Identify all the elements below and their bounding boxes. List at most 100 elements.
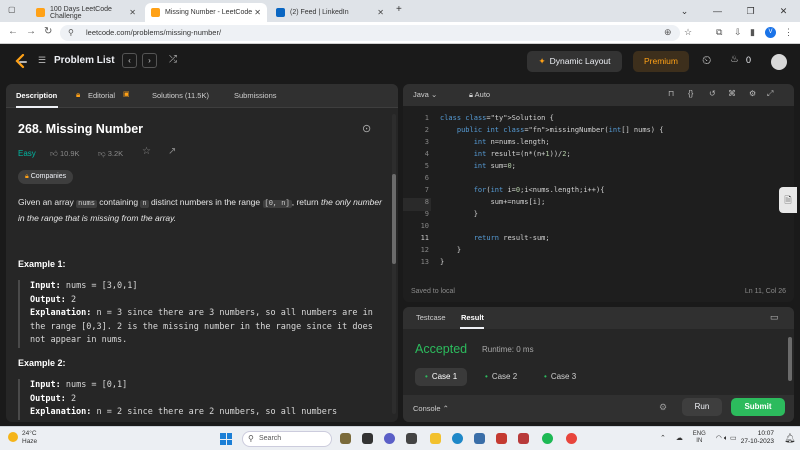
code-line[interactable]: for(int i=0;i<nums.length;i++){: [440, 186, 605, 194]
app-icon[interactable]: [406, 433, 417, 444]
cloud-icon[interactable]: ☁: [676, 435, 683, 442]
code-line[interactable]: public int class="fn">missingNumber(int[…: [440, 126, 664, 134]
windows-start-icon[interactable]: [220, 433, 232, 445]
description-scrollbar[interactable]: [392, 114, 396, 414]
problem-list-link[interactable]: Problem List: [54, 55, 115, 66]
language-select[interactable]: Java ⌄: [413, 90, 437, 99]
case-3-tab[interactable]: • Case 3: [534, 368, 586, 386]
browser-tab-1[interactable]: 100 Days LeetCode Challenge ✕: [30, 3, 142, 22]
forward-icon[interactable]: →: [26, 26, 36, 37]
office-icon[interactable]: [518, 433, 529, 444]
new-tab-icon[interactable]: +: [396, 4, 402, 15]
code-line[interactable]: }: [440, 258, 444, 266]
weather-widget[interactable]: 24°C Haze: [8, 430, 37, 446]
minimize-icon[interactable]: —: [701, 0, 734, 22]
battery-icon[interactable]: ▭: [730, 435, 737, 442]
code-line[interactable]: int n=nums.length;: [440, 138, 550, 146]
taskbar-search[interactable]: ⚲ Search: [242, 431, 332, 447]
tab-submissions[interactable]: Submissions: [234, 91, 277, 100]
zoom-icon[interactable]: ⊕: [664, 27, 672, 38]
collapse-panel-icon[interactable]: ▭: [770, 312, 779, 323]
fullscreen-icon[interactable]: ⤢: [767, 89, 773, 99]
code-line[interactable]: class class="ty">Solution {: [440, 114, 554, 122]
console-toggle[interactable]: Console ⌃: [413, 404, 449, 413]
chat-icon[interactable]: [384, 433, 395, 444]
notes-tab-icon[interactable]: 🗎: [779, 187, 797, 213]
dynamic-layout-button[interactable]: ✦ Dynamic Layout: [527, 51, 622, 72]
mcafee-icon[interactable]: [496, 433, 507, 444]
notification-bell-icon[interactable]: 🔔︎: [784, 433, 795, 444]
store-icon[interactable]: [474, 433, 485, 444]
clock[interactable]: 10:07 27-10-2023: [741, 430, 774, 446]
command-icon[interactable]: ⌘: [728, 89, 736, 98]
timer-icon[interactable]: ⏲: [702, 53, 711, 68]
browser-tab-2[interactable]: Missing Number - LeetCode ✕: [145, 3, 267, 22]
tab-solutions[interactable]: Solutions (11.5K): [152, 91, 209, 100]
file-explorer-icon[interactable]: [430, 433, 441, 444]
premium-button[interactable]: Premium: [633, 51, 689, 72]
leetcode-logo-icon[interactable]: [14, 54, 28, 70]
code-line[interactable]: return result-sum;: [440, 234, 550, 242]
wifi-icon[interactable]: ◠: [716, 435, 722, 442]
side-panel-icon[interactable]: ▮: [750, 27, 755, 38]
site-info-icon[interactable]: ⚲: [68, 25, 74, 41]
tab-testcase[interactable]: Testcase: [416, 313, 446, 322]
close-tab-icon[interactable]: ✕: [129, 8, 136, 17]
browser-menu-icon[interactable]: ⋮: [784, 27, 793, 38]
volume-icon[interactable]: 🔈︎: [724, 435, 728, 442]
lock-icon: 🔒︎: [76, 90, 81, 99]
code-line[interactable]: int sum=0;: [440, 162, 516, 170]
tab-result[interactable]: Result: [461, 313, 484, 322]
more-options-icon[interactable]: ⊙: [362, 122, 371, 135]
profile-avatar[interactable]: V: [765, 27, 776, 38]
auto-mode[interactable]: 🔒︎ Auto: [469, 90, 490, 100]
user-avatar[interactable]: [771, 54, 787, 70]
chrome-icon[interactable]: [566, 433, 577, 444]
dislike-button[interactable]: 👎︎ 3.2K: [98, 149, 123, 159]
edge-icon[interactable]: [452, 433, 463, 444]
like-button[interactable]: 👍︎ 10.9K: [50, 149, 80, 159]
next-problem-button[interactable]: ›: [142, 53, 157, 68]
bookmark-icon[interactable]: ⊓: [668, 89, 674, 98]
reset-icon[interactable]: ↺: [709, 89, 716, 98]
debug-icon[interactable]: ⚙: [659, 402, 667, 413]
code-line[interactable]: sum+=nums[i];: [440, 198, 546, 206]
code-line[interactable]: }: [440, 246, 461, 254]
share-icon[interactable]: ↗: [168, 146, 176, 157]
settings-gear-icon[interactable]: ⚙: [749, 89, 756, 98]
close-tab-icon[interactable]: ✕: [254, 8, 261, 17]
case-2-tab[interactable]: • Case 2: [475, 368, 527, 386]
close-window-icon[interactable]: ✕: [767, 0, 800, 22]
bookmark-star-icon[interactable]: ☆: [684, 27, 692, 38]
prev-problem-button[interactable]: ‹: [122, 53, 137, 68]
close-tab-icon[interactable]: ✕: [377, 8, 384, 17]
task-view-icon[interactable]: [362, 433, 373, 444]
chevron-up-icon[interactable]: ⌃: [660, 435, 666, 442]
tab-description[interactable]: Description: [16, 91, 57, 100]
favorite-star-icon[interactable]: ☆: [142, 146, 151, 157]
scroll-thumb[interactable]: [392, 174, 396, 264]
tab-editorial[interactable]: Editorial: [88, 91, 115, 100]
reload-icon[interactable]: ↻: [44, 26, 52, 37]
code-line[interactable]: }: [440, 210, 478, 218]
case-1-tab[interactable]: • Case 1: [415, 368, 468, 386]
code-line[interactable]: int result=(n*(n+1))/2;: [440, 150, 571, 158]
downloads-icon[interactable]: ⇩: [734, 27, 742, 38]
run-button[interactable]: Run: [682, 398, 722, 416]
browser-tab-3[interactable]: (2) Feed | LinkedIn ✕: [270, 3, 390, 22]
submit-button[interactable]: Submit: [731, 398, 785, 416]
widget-icon[interactable]: [340, 433, 351, 444]
extensions-icon[interactable]: ⧉: [716, 27, 722, 38]
maximize-icon[interactable]: ❐: [734, 0, 767, 22]
tab-menu-icon[interactable]: ▢: [8, 5, 16, 14]
back-icon[interactable]: ←: [8, 26, 18, 37]
braces-icon[interactable]: {}: [688, 89, 693, 98]
companies-tag[interactable]: 🔒︎ Companies: [18, 170, 74, 184]
shuffle-icon[interactable]: ⤮: [169, 54, 177, 65]
url-field[interactable]: ⚲ leetcode.com/problems/missing-number/: [60, 25, 680, 41]
spotify-icon[interactable]: [542, 433, 553, 444]
language-indicator[interactable]: ENG IN: [693, 431, 706, 445]
chevron-down-icon[interactable]: ⌄: [668, 0, 701, 22]
result-scrollbar[interactable]: [788, 337, 792, 381]
example-block: Input: nums = [3,0,1] Output: 2 Explanat…: [18, 280, 390, 348]
